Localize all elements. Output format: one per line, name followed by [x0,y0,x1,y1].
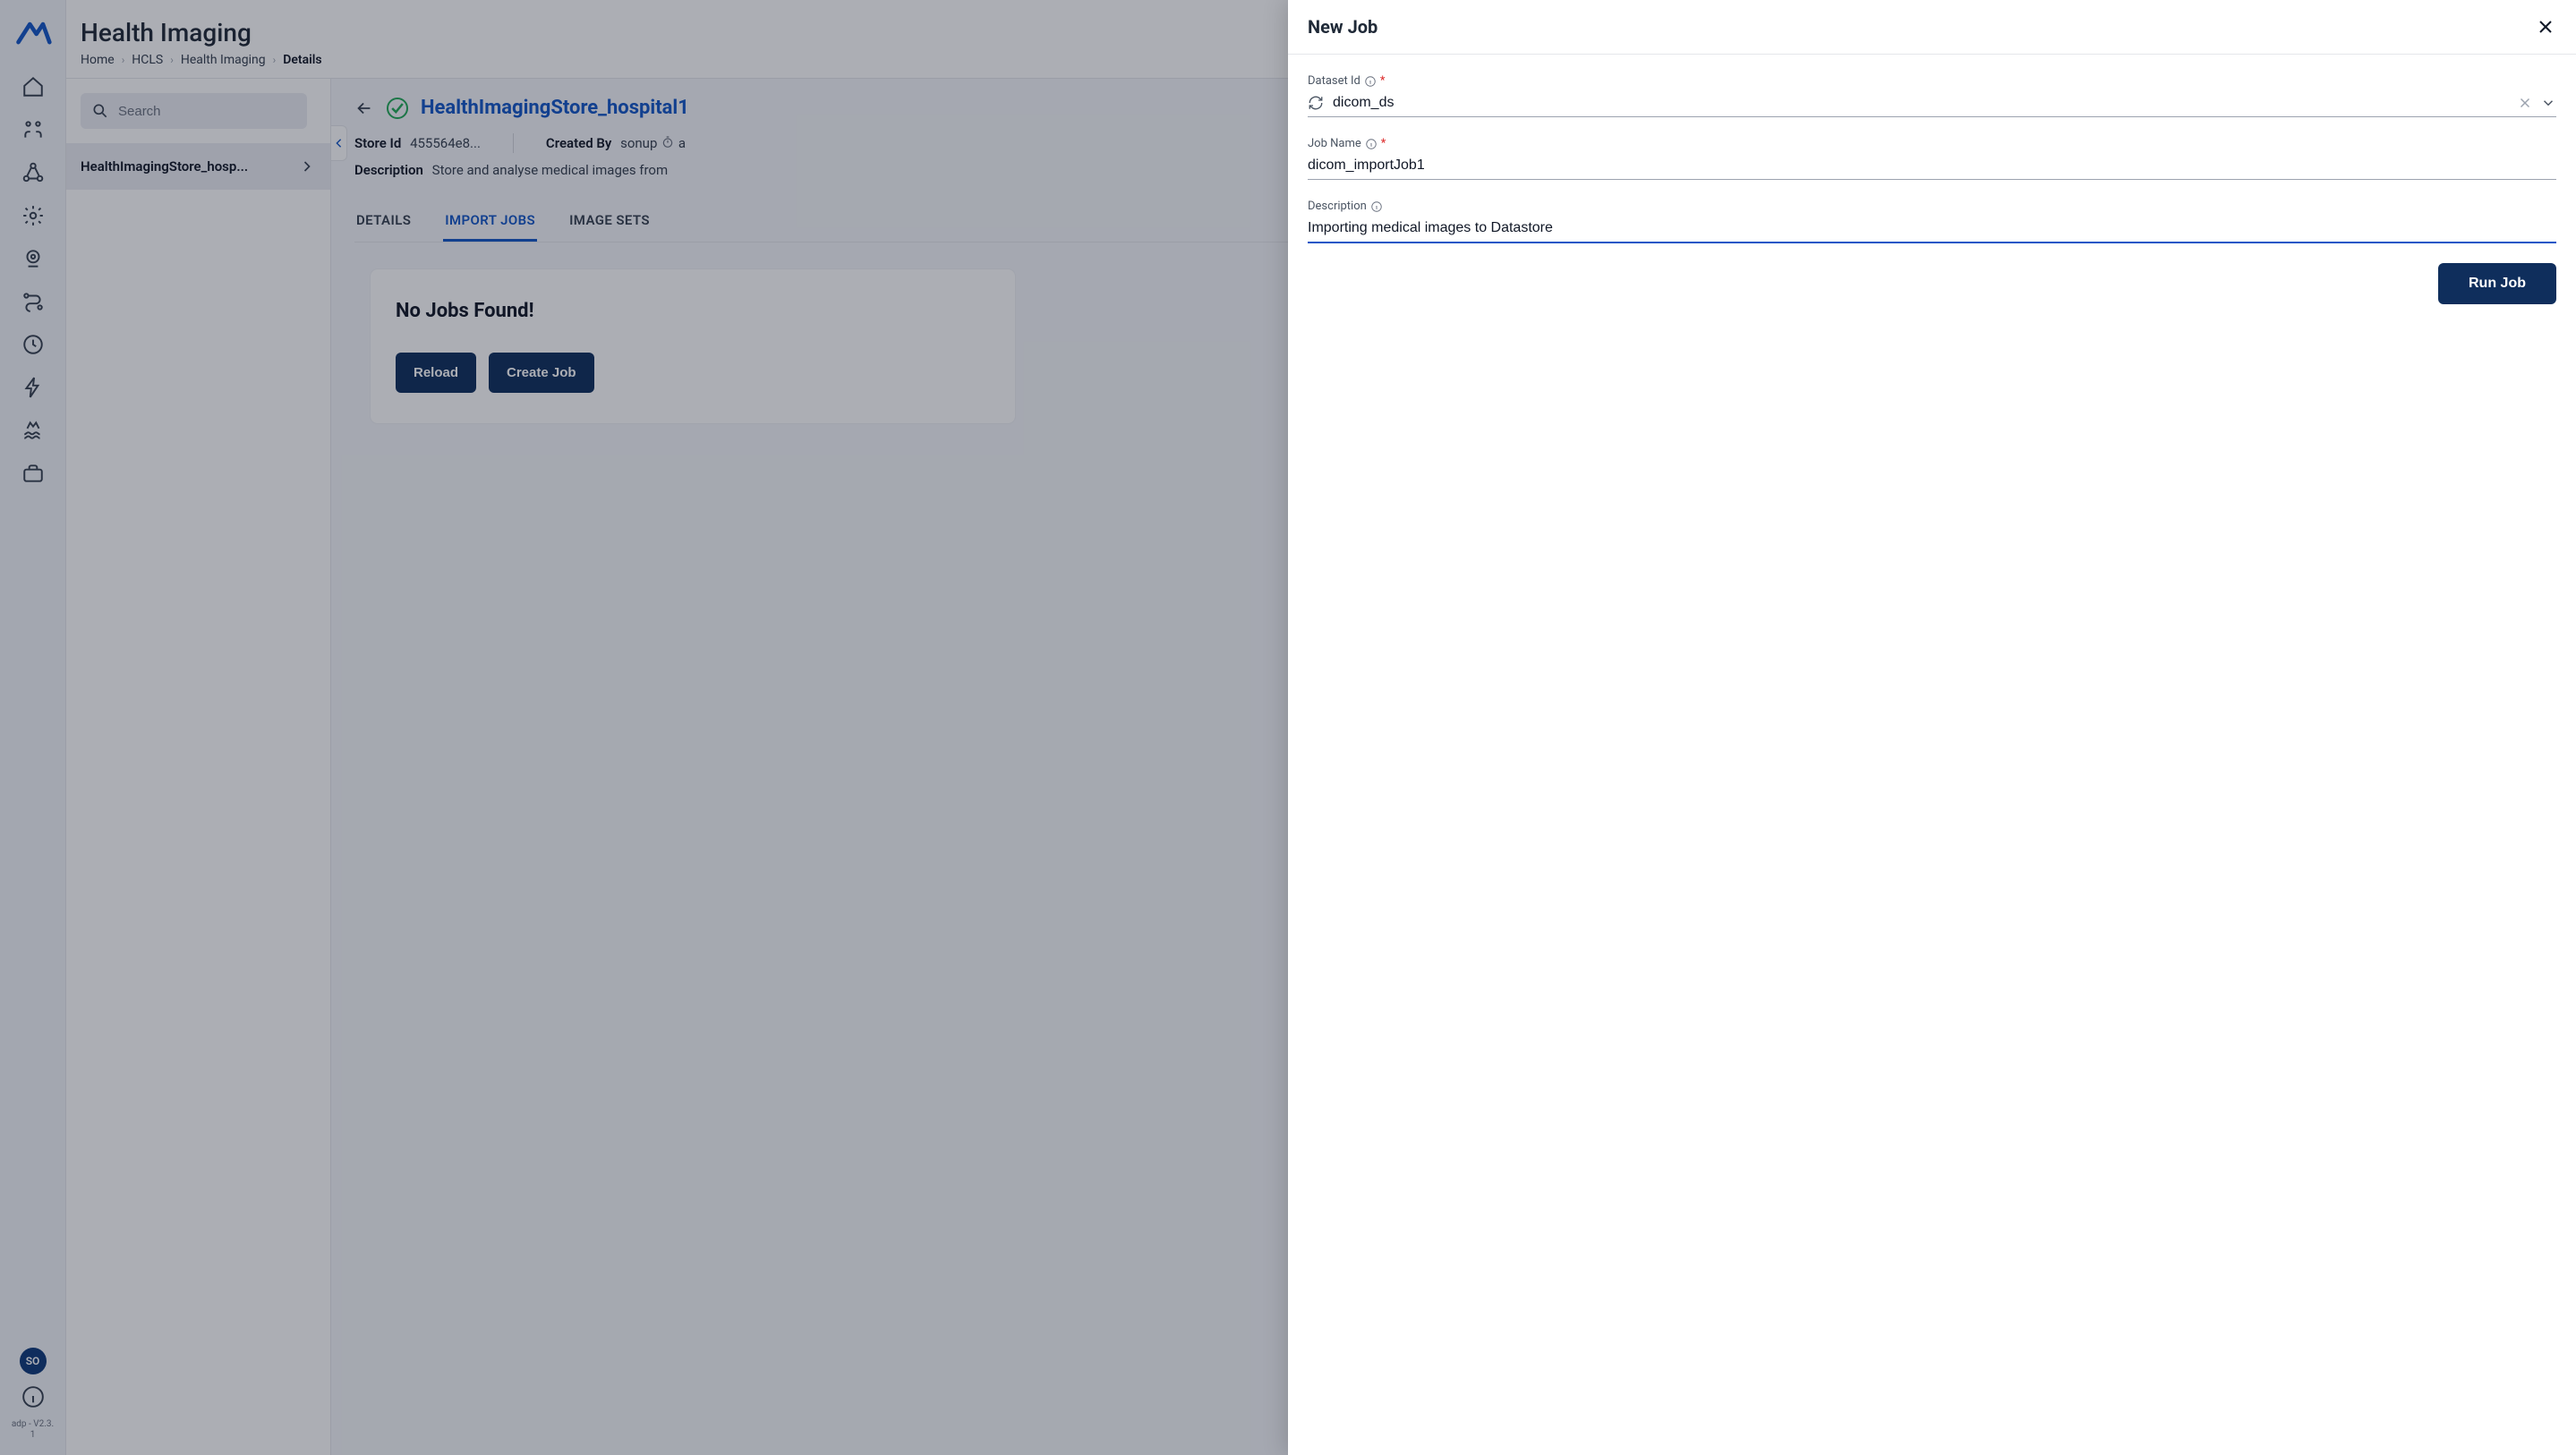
sync-icon [1308,95,1324,111]
dataset-id-field: Dataset Id * [1308,74,2556,117]
new-job-drawer: New Job Dataset Id * Job Name * [1288,0,2576,1455]
run-job-button[interactable]: Run Job [2438,263,2556,304]
drawer-title: New Job [1308,16,1378,38]
info-icon[interactable] [1365,138,1378,150]
chevron-down-icon[interactable] [2540,95,2556,111]
clear-icon[interactable] [2517,95,2533,111]
info-icon[interactable] [1364,75,1377,88]
close-icon[interactable] [2535,16,2556,38]
job-name-input[interactable] [1308,157,2556,174]
required-marker: * [1380,74,1386,88]
info-icon[interactable] [1370,200,1383,213]
description-label: Description [1308,200,2556,213]
dataset-id-label: Dataset Id * [1308,74,2556,88]
description-input[interactable] [1308,220,2556,236]
dataset-id-input[interactable] [1333,95,2510,111]
required-marker: * [1381,137,1386,150]
job-name-field: Job Name * [1308,137,2556,180]
job-name-label: Job Name * [1308,137,2556,150]
description-field: Description [1308,200,2556,243]
